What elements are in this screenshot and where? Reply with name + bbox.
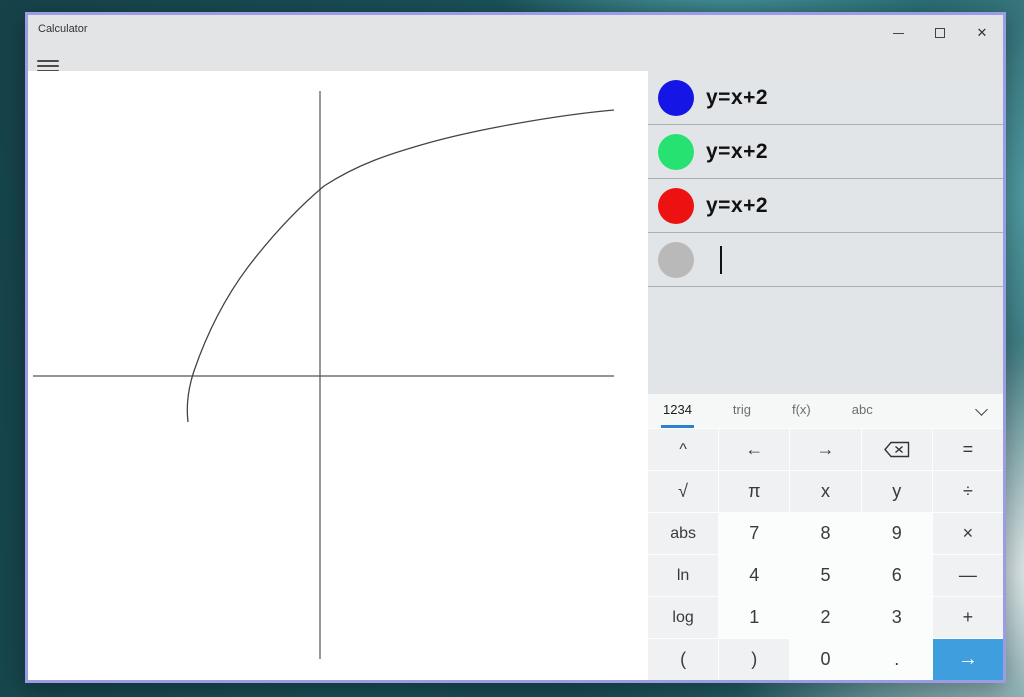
key-6[interactable]: 6: [862, 555, 932, 596]
chevron-down-icon[interactable]: [977, 405, 987, 415]
key-0[interactable]: 0: [790, 639, 860, 680]
key-sqrt[interactable]: √: [648, 471, 718, 512]
curve-color-dot-blue[interactable]: [658, 80, 694, 116]
key-3[interactable]: 3: [862, 597, 932, 638]
window-controls: ✕: [877, 15, 1003, 51]
tab-fx[interactable]: f(x): [790, 394, 813, 428]
key-caret[interactable]: ^: [648, 429, 718, 470]
key-right-arrow[interactable]: →: [790, 429, 860, 470]
panel-spacer: [648, 287, 1003, 394]
curve-color-dot-red[interactable]: [658, 188, 694, 224]
window-title: Calculator: [38, 23, 88, 35]
equation-text: y=x+2: [706, 140, 768, 164]
backspace-icon: [884, 441, 910, 458]
equation-text: y=x+2: [706, 86, 768, 110]
close-button[interactable]: ✕: [961, 15, 1003, 51]
graph-canvas[interactable]: [28, 71, 648, 680]
key-8[interactable]: 8: [790, 513, 860, 554]
key-left-arrow[interactable]: ←: [719, 429, 789, 470]
minimize-button[interactable]: [877, 15, 919, 51]
key-dot[interactable]: .: [862, 639, 932, 680]
key-4[interactable]: 4: [719, 555, 789, 596]
math-keyboard: 1234 trig f(x) abc ^ ← →: [648, 394, 1003, 680]
graph-plot: [28, 71, 648, 680]
key-divide[interactable]: ÷: [933, 471, 1003, 512]
plotted-curve: [187, 110, 614, 422]
keyboard-tabs: 1234 trig f(x) abc: [648, 394, 1003, 428]
key-abs[interactable]: abs: [648, 513, 718, 554]
key-close-paren[interactable]: ): [719, 639, 789, 680]
key-add[interactable]: +: [933, 597, 1003, 638]
text-cursor: [720, 246, 722, 274]
key-ln[interactable]: ln: [648, 555, 718, 596]
key-1[interactable]: 1: [719, 597, 789, 638]
calculator-window: Calculator ✕ y=x+2 y=x+2: [25, 12, 1006, 683]
equation-input-row[interactable]: [648, 233, 1003, 287]
tab-trig[interactable]: trig: [731, 394, 753, 428]
key-log[interactable]: log: [648, 597, 718, 638]
minimize-icon: [893, 33, 904, 34]
key-5[interactable]: 5: [790, 555, 860, 596]
key-pi[interactable]: π: [719, 471, 789, 512]
key-2[interactable]: 2: [790, 597, 860, 638]
tab-abc[interactable]: abc: [850, 394, 875, 428]
key-subtract[interactable]: —: [933, 555, 1003, 596]
maximize-icon: [935, 28, 945, 38]
title-bar[interactable]: Calculator ✕: [28, 15, 1003, 71]
key-y[interactable]: y: [862, 471, 932, 512]
key-grid: ^ ← → = √ π x y ÷: [648, 428, 1003, 680]
key-7[interactable]: 7: [719, 513, 789, 554]
key-enter[interactable]: →: [933, 639, 1003, 680]
key-multiply[interactable]: ×: [933, 513, 1003, 554]
curve-color-dot-green[interactable]: [658, 134, 694, 170]
equation-row[interactable]: y=x+2: [648, 125, 1003, 179]
key-x[interactable]: x: [790, 471, 860, 512]
maximize-button[interactable]: [919, 15, 961, 51]
equation-panel: y=x+2 y=x+2 y=x+2 1234 trig f(x): [648, 71, 1003, 680]
key-open-paren[interactable]: (: [648, 639, 718, 680]
tab-1234[interactable]: 1234: [661, 394, 694, 428]
equation-row[interactable]: y=x+2: [648, 179, 1003, 233]
key-equals[interactable]: =: [933, 429, 1003, 470]
curve-color-dot-gray[interactable]: [658, 242, 694, 278]
equation-text: y=x+2: [706, 194, 768, 218]
key-backspace[interactable]: [862, 429, 932, 470]
key-9[interactable]: 9: [862, 513, 932, 554]
equation-row[interactable]: y=x+2: [648, 71, 1003, 125]
close-icon: ✕: [977, 25, 988, 41]
